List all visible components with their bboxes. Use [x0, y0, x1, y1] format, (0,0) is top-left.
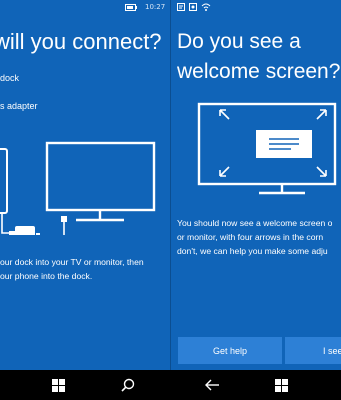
navigation-bar: [0, 370, 341, 400]
option-adapter[interactable]: s adapter: [0, 101, 38, 111]
windows-icon[interactable]: [49, 376, 67, 394]
get-help-button[interactable]: Get help: [178, 337, 282, 364]
back-icon[interactable]: [203, 376, 221, 394]
i-see-button[interactable]: I see: [285, 337, 341, 364]
wifi-icon: [201, 3, 211, 11]
status-bar: [171, 0, 341, 14]
status-bar: 10:27: [0, 0, 170, 14]
caption-line: don't, we can help you make some adju: [177, 246, 328, 256]
page-title: will you connect?: [0, 29, 162, 54]
left-screen: 10:27 will you connect? dock s adapter o…: [0, 0, 170, 370]
battery-icon: [125, 4, 137, 11]
status-time: 10:27: [145, 3, 166, 11]
windows-icon[interactable]: [272, 376, 290, 394]
connect-caption: our dock into your TV or monitor, then o…: [0, 255, 170, 283]
page-title: Do you see a welcome screen?: [177, 30, 341, 83]
dock-connection-illustration: [0, 141, 156, 235]
caption-line: You should now see a welcome screen o: [177, 218, 333, 228]
right-screen: Do you see a welcome screen? You should …: [171, 0, 341, 370]
notification-icon: [177, 3, 187, 11]
welcome-screen-illustration: [197, 102, 337, 195]
message-icon: [189, 3, 199, 11]
caption-line: our dock into your TV or monitor, then: [0, 257, 144, 267]
welcome-caption: You should now see a welcome screen o or…: [177, 216, 341, 258]
search-icon[interactable]: [119, 376, 137, 394]
caption-line: or monitor, with four arrows in the corn: [177, 232, 324, 242]
caption-line: our phone into the dock.: [0, 271, 93, 281]
option-dock[interactable]: dock: [0, 73, 19, 83]
